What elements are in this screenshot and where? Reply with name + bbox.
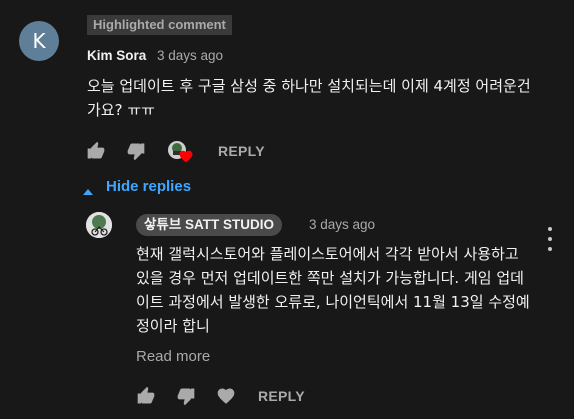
reply-timestamp[interactable]: 3 days ago xyxy=(309,217,375,232)
thumbs-up-icon[interactable] xyxy=(86,141,106,161)
highlighted-comment-badge: Highlighted comment xyxy=(87,15,232,35)
avatar[interactable]: K xyxy=(19,21,59,61)
thumbs-down-icon[interactable] xyxy=(126,141,146,161)
heart-icon[interactable] xyxy=(216,386,236,406)
read-more-button[interactable]: Read more xyxy=(136,348,210,365)
avatar-letter: K xyxy=(32,29,46,53)
caret-up-icon xyxy=(83,183,93,195)
comment-text: 오늘 업데이트 후 구글 삼성 중 하나만 설치되는데 이제 4계정 어려운건가… xyxy=(87,77,531,119)
more-options-icon[interactable] xyxy=(546,227,554,251)
thumbs-up-icon[interactable] xyxy=(136,386,156,406)
hide-replies-label: Hide replies xyxy=(106,178,192,195)
reply-button[interactable]: REPLY xyxy=(258,388,305,404)
reply-avatar[interactable] xyxy=(86,212,112,238)
reply-author-chip[interactable]: 샇튜브 SATT STUDIO xyxy=(136,214,283,236)
comment-action-bar: REPLY xyxy=(86,140,265,163)
comment-author[interactable]: Kim Sora xyxy=(87,48,146,63)
reply-button[interactable]: REPLY xyxy=(218,143,265,159)
reply-text: 현재 갤럭시스토어와 플레이스토어에서 각각 받아서 사용하고 있을 경우 먼저… xyxy=(136,245,530,335)
creator-heart-icon xyxy=(166,140,194,163)
comment-timestamp[interactable]: 3 days ago xyxy=(157,48,223,63)
thumbs-down-icon[interactable] xyxy=(176,386,196,406)
reply-action-bar: REPLY xyxy=(136,386,305,406)
hide-replies-button[interactable]: Hide replies xyxy=(83,178,191,195)
